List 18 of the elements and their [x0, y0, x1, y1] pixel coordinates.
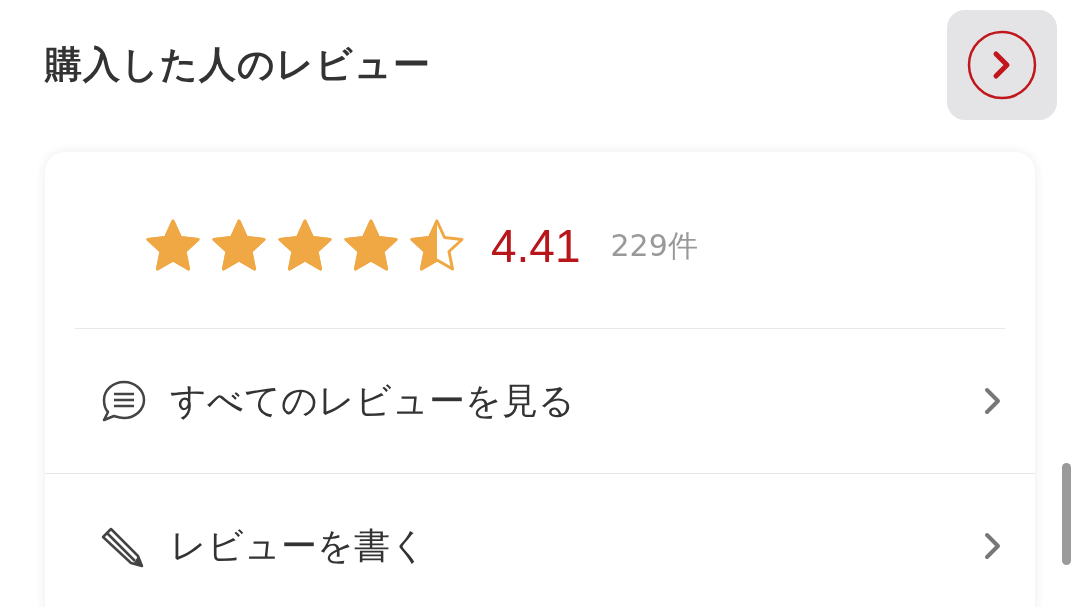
link-row[interactable]: すべてのレビューを見る: [45, 329, 1035, 473]
chevron-right-icon: [983, 531, 1003, 561]
next-button[interactable]: [947, 10, 1057, 120]
star-icon: [343, 218, 399, 274]
scrollbar[interactable]: [1062, 463, 1071, 565]
link-label: すべてのレビューを見る: [170, 378, 576, 423]
review-count: 229件: [610, 226, 698, 265]
star-icon: [145, 218, 201, 274]
link-label: レビューを書く: [170, 523, 428, 568]
section-title: 購入した人のレビュー: [45, 42, 431, 88]
arrow-circle-icon: [966, 29, 1038, 101]
star-icon: [211, 218, 267, 274]
star-icon: [277, 218, 333, 274]
chevron-right-icon: [983, 386, 1003, 416]
link-row[interactable]: レビューを書く: [45, 474, 1035, 607]
speech-bubble-icon: [100, 379, 148, 423]
star-icon: [409, 218, 465, 274]
rating-score: 4.41: [491, 219, 581, 273]
